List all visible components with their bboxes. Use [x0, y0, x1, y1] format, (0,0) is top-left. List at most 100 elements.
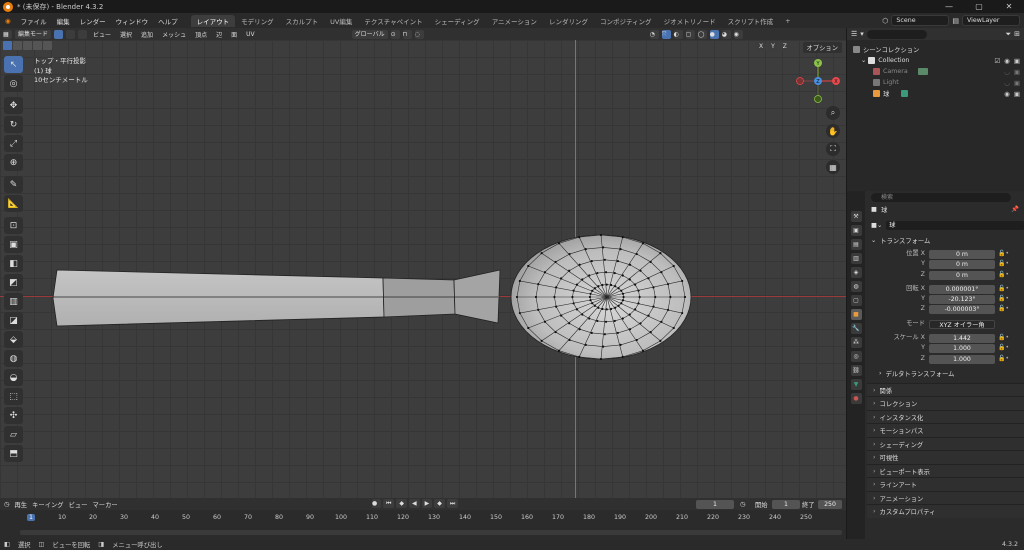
play-icon[interactable]: ▶	[421, 499, 433, 508]
lock-icon[interactable]: 🔓•	[998, 305, 1009, 312]
camera-restrict-icon[interactable]: ▣	[1014, 57, 1020, 65]
object-name-field[interactable]: 球	[886, 220, 1024, 230]
mode-selector[interactable]: 編集モード	[15, 29, 52, 39]
panel-section[interactable]: シェーディング	[867, 436, 1024, 451]
menu-uv[interactable]: UV	[243, 31, 258, 38]
properties-search[interactable]: 検索	[871, 192, 1011, 202]
collection-row[interactable]: ⌄ Collection ☑ ◉ ▣	[847, 55, 1024, 66]
menu-window[interactable]: ウィンドウ	[111, 16, 154, 26]
data-tab-icon[interactable]: ▼	[850, 379, 862, 390]
material-tab-icon[interactable]: ●	[850, 393, 862, 404]
view-layer-tab-icon[interactable]: ▥	[850, 253, 862, 264]
camera-restrict-icon[interactable]: ▣	[1014, 68, 1020, 76]
prev-key-icon[interactable]: ◆	[396, 499, 408, 508]
ortho-grid-icon[interactable]: ▦	[826, 160, 840, 174]
outliner-filter-icon[interactable]: ▾	[860, 30, 864, 38]
scene-collection-row[interactable]: シーンコレクション	[847, 44, 1024, 55]
outliner-editor-icon[interactable]: ☰	[851, 30, 857, 38]
close-button[interactable]: ✕	[994, 0, 1024, 13]
snap-icon[interactable]: ⊓	[402, 29, 412, 39]
tab-geometry-nodes[interactable]: ジオメトリノード	[658, 15, 722, 27]
eye-icon[interactable]: ◉	[1004, 57, 1010, 65]
tab-sculpt[interactable]: スカルプト	[280, 15, 325, 27]
proportional-edit-icon[interactable]: ◌	[414, 29, 424, 39]
outliner-funnel-icon[interactable]: ⏷	[1006, 30, 1012, 39]
end-frame-field[interactable]: 250	[818, 500, 842, 509]
light-row[interactable]: Light ◡ ▣	[847, 77, 1024, 88]
menu-render[interactable]: レンダー	[75, 16, 111, 26]
timeline-view-menu[interactable]: ビュー	[69, 500, 88, 509]
scale-y-field[interactable]: 1.000	[929, 344, 995, 354]
transform-orientation-selector[interactable]: グローバル	[351, 29, 388, 39]
outliner-search[interactable]	[866, 29, 927, 39]
expand-chevron-icon[interactable]: ⌄	[861, 57, 866, 64]
menu-edit[interactable]: 編集	[52, 16, 75, 26]
pan-hand-icon[interactable]: ✋	[826, 124, 840, 138]
menu-select[interactable]: 選択	[117, 30, 135, 39]
face-select-icon[interactable]	[78, 29, 88, 39]
panel-section[interactable]: ラインアート	[867, 477, 1024, 491]
lock-icon[interactable]: 🔓•	[998, 334, 1009, 341]
menu-add[interactable]: 追加	[138, 30, 156, 39]
rotation-mode-select[interactable]: XYZ オイラー角	[929, 319, 995, 329]
scene-tab-icon[interactable]: ◈	[850, 267, 862, 278]
eye-icon[interactable]: ◉	[1004, 90, 1010, 98]
new-collection-icon[interactable]: ⊞	[1014, 30, 1020, 38]
vertex-select-icon[interactable]	[54, 29, 64, 39]
marker-menu[interactable]: マーカー	[92, 500, 117, 509]
navigation-gizmo[interactable]: Y X Z	[795, 58, 841, 104]
camera-restrict-icon[interactable]: ▣	[1014, 90, 1020, 98]
tab-rendering[interactable]: レンダリング	[543, 15, 594, 27]
timeline-editor-icon[interactable]: ◷	[4, 501, 10, 508]
panel-section[interactable]: カスタムプロパティ	[867, 504, 1024, 518]
checkbox-icon[interactable]: ☑	[994, 57, 1000, 65]
scale-x-field[interactable]: 1.442	[929, 334, 995, 344]
modifier-tab-icon[interactable]: 🔧	[850, 323, 862, 334]
record-icon[interactable]: ●	[372, 499, 381, 508]
rotation-x-field[interactable]: 0.000001°	[929, 284, 995, 294]
collection-tab-icon[interactable]: ▢	[850, 295, 862, 306]
tab-shading[interactable]: シェーディング	[429, 15, 486, 27]
menu-mesh[interactable]: メッシュ	[159, 30, 189, 39]
add-workspace-button[interactable]: +	[779, 16, 796, 26]
lock-icon[interactable]: 🔓•	[998, 295, 1009, 302]
edge-select-icon[interactable]	[66, 29, 76, 39]
shading-material-icon[interactable]: ◕	[721, 29, 731, 39]
render-tab-icon[interactable]: ▣	[850, 225, 862, 236]
sphere-row[interactable]: 球 ◉ ▣	[847, 88, 1024, 99]
editor-type-icon[interactable]: ▦	[3, 29, 12, 39]
tab-compositing[interactable]: コンポジティング	[594, 15, 658, 27]
view-layer-selector[interactable]: ViewLayer	[962, 15, 1020, 26]
lock-icon[interactable]: 🔓•	[998, 260, 1009, 267]
pivot-icon[interactable]: ⊙	[390, 29, 400, 39]
panel-section[interactable]: インスタンス化	[867, 409, 1024, 424]
world-tab-icon[interactable]: ◍	[850, 281, 862, 292]
lock-icon[interactable]: 🔓•	[998, 355, 1009, 362]
maximize-button[interactable]: ▢	[964, 0, 994, 13]
particles-tab-icon[interactable]: ⁂	[850, 337, 862, 348]
panel-section[interactable]: モーションパス	[867, 423, 1024, 437]
lock-icon[interactable]: 🔓•	[998, 344, 1009, 351]
3d-viewport[interactable]: X Y Z オプション トップ・平行投影 (1) 球 10センチメートル ↖ ◎ ✥…	[0, 40, 846, 498]
timeline-scrollbar[interactable]	[20, 530, 842, 535]
lock-icon[interactable]: 🔓•	[998, 285, 1009, 292]
tab-animation[interactable]: アニメーション	[486, 15, 543, 27]
blender-menu-icon[interactable]: ◉	[0, 17, 16, 25]
panel-section[interactable]: 関係	[867, 382, 1024, 397]
current-frame-field[interactable]: 1	[696, 500, 734, 509]
panel-section[interactable]: コレクション	[867, 396, 1024, 410]
minimize-button[interactable]: —	[934, 0, 964, 13]
menu-help[interactable]: ヘルプ	[153, 16, 183, 26]
shading-solid-icon[interactable]: ●	[709, 29, 719, 39]
tab-uv-editing[interactable]: UV編集	[324, 15, 358, 27]
menu-face[interactable]: 面	[228, 30, 240, 39]
menu-vertex[interactable]: 頂点	[192, 30, 210, 39]
gizmo-toggle-icon[interactable]: ⤧	[661, 29, 671, 39]
tab-layout[interactable]: レイアウト	[190, 14, 236, 27]
menu-edge[interactable]: 辺	[213, 30, 225, 39]
tab-texture-paint[interactable]: テクスチャペイント	[358, 15, 428, 27]
scale-z-field[interactable]: 1.000	[929, 354, 995, 364]
menu-view[interactable]: ビュー	[90, 30, 114, 39]
spoon-mesh[interactable]	[0, 40, 846, 498]
location-y-field[interactable]: 0 m	[929, 260, 995, 270]
